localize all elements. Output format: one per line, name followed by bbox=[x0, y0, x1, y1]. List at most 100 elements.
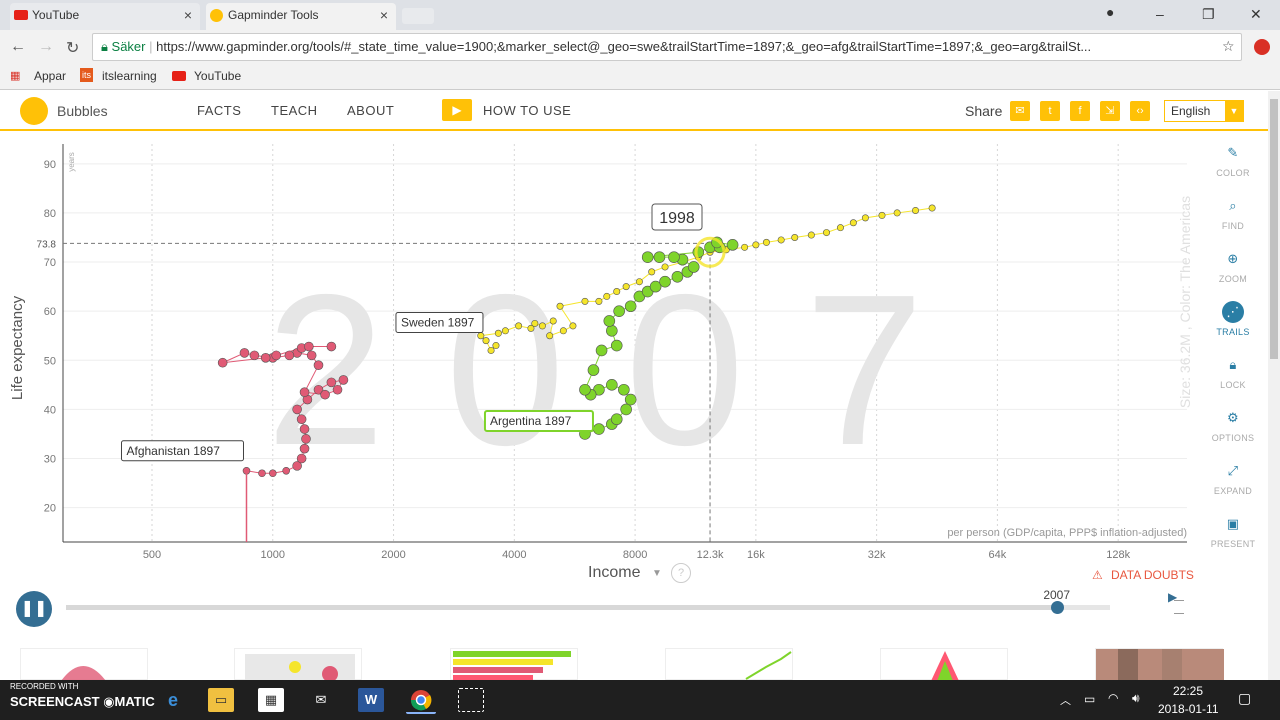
chart-canvas[interactable]: 2007 Size: 36.2M , Color: The Americas 5… bbox=[0, 132, 1268, 632]
url-input[interactable]: 🔒︎ Säker | https://www.gapminder.org/too… bbox=[92, 33, 1242, 61]
trail-point bbox=[878, 211, 886, 219]
edge-icon[interactable]: e bbox=[160, 688, 186, 712]
help-icon[interactable]: ? bbox=[671, 563, 691, 583]
tab-gapminder[interactable]: Gapminder Tools × bbox=[206, 3, 396, 30]
close-window-icon[interactable]: ✕ bbox=[1250, 6, 1262, 23]
profile-icon[interactable]: ● bbox=[1106, 4, 1114, 20]
share-facebook-icon[interactable]: f bbox=[1070, 101, 1090, 121]
timeline-slider-track[interactable] bbox=[66, 605, 1110, 610]
trail-point bbox=[492, 342, 500, 350]
options-button[interactable]: ⚙ OPTIONS bbox=[1210, 407, 1256, 443]
trail-point bbox=[559, 327, 567, 335]
page-scrollbar[interactable] bbox=[1268, 91, 1280, 680]
tab-label: Gapminder Tools bbox=[228, 8, 319, 22]
chrome-taskbar-button[interactable] bbox=[406, 686, 436, 714]
control-label: PRESENT bbox=[1210, 539, 1256, 549]
file-explorer-icon[interactable]: ▭ bbox=[208, 688, 234, 712]
play-video-icon[interactable]: ▶ bbox=[442, 99, 472, 121]
find-button[interactable]: ⌕ FIND bbox=[1210, 195, 1256, 231]
forward-icon[interactable]: → bbox=[38, 38, 54, 56]
search-icon: ⌕ bbox=[1229, 198, 1237, 213]
scrollbar-thumb[interactable] bbox=[1270, 99, 1278, 359]
share-twitter-icon[interactable]: t bbox=[1040, 101, 1060, 121]
share-email-icon[interactable]: ✉ bbox=[1010, 101, 1030, 121]
tool-thumbnail-barrank[interactable] bbox=[450, 648, 578, 680]
minimize-icon[interactable]: – bbox=[1156, 6, 1164, 22]
trail-point bbox=[928, 204, 936, 212]
store-icon[interactable]: ▦ bbox=[258, 688, 284, 712]
star-icon[interactable]: ☆ bbox=[1222, 38, 1235, 55]
trail-label: Sweden 1897 bbox=[401, 316, 475, 330]
tool-thumbnail-map[interactable] bbox=[234, 648, 362, 680]
nav-about[interactable]: ABOUT bbox=[347, 103, 394, 118]
clock-time[interactable]: 22:25 bbox=[1173, 684, 1203, 698]
volume-icon[interactable]: 🔊︎ bbox=[1132, 691, 1140, 706]
snip-icon[interactable] bbox=[458, 688, 484, 712]
present-icon: ▣ bbox=[1226, 516, 1240, 531]
lock-button[interactable]: 🔒︎ LOCK bbox=[1210, 354, 1256, 390]
tray-chevron-icon[interactable]: ︿ bbox=[1060, 692, 1071, 708]
speed-icon[interactable] bbox=[1174, 600, 1184, 614]
expand-button[interactable]: ⤢ EXPAND bbox=[1210, 460, 1256, 496]
extension-icon[interactable] bbox=[1254, 39, 1270, 55]
app-name: Bubbles bbox=[57, 103, 108, 119]
trail-label: Argentina 1897 bbox=[490, 414, 572, 428]
bookmark-itslearning[interactable]: itslearning bbox=[102, 69, 157, 83]
mail-icon[interactable]: ✉ bbox=[308, 688, 334, 712]
close-icon[interactable]: × bbox=[380, 3, 388, 27]
zoom-icon: ⊕ bbox=[1227, 251, 1239, 266]
wifi-icon[interactable]: ◠ bbox=[1108, 691, 1118, 705]
app-header: Bubbles FACTS TEACH ABOUT ▶ HOW TO USE S… bbox=[0, 91, 1268, 131]
tool-thumbnail-dollarstreet[interactable] bbox=[1095, 648, 1224, 680]
trail-point bbox=[912, 206, 920, 214]
color-button[interactable]: ✎ COLOR bbox=[1210, 142, 1256, 178]
recorder-brand-right: MATIC bbox=[114, 694, 155, 709]
trails-button[interactable]: ⋰ TRAILS bbox=[1210, 301, 1256, 337]
trail-point bbox=[593, 423, 605, 435]
data-doubts-link[interactable]: DATA DOUBTS bbox=[1111, 568, 1194, 582]
trail-point bbox=[762, 238, 770, 246]
restore-icon[interactable]: ❐ bbox=[1202, 6, 1215, 23]
y-axis-title: Life expectancy bbox=[9, 295, 26, 400]
nav-facts[interactable]: FACTS bbox=[197, 103, 241, 118]
youtube-icon bbox=[14, 10, 28, 20]
trail-point bbox=[313, 360, 324, 370]
battery-icon[interactable]: ▭ bbox=[1084, 692, 1095, 706]
trail-point bbox=[304, 341, 314, 352]
trail-point bbox=[268, 469, 277, 478]
present-button[interactable]: ▣ PRESENT bbox=[1210, 513, 1256, 549]
pause-button[interactable]: ❚❚ bbox=[16, 591, 52, 627]
x-axis-dropdown-icon[interactable]: ▼ bbox=[652, 568, 662, 579]
tab-youtube[interactable]: YouTube × bbox=[10, 3, 200, 30]
new-tab-button[interactable] bbox=[402, 8, 434, 24]
x-axis-title[interactable]: Income bbox=[588, 564, 640, 582]
trail-point bbox=[239, 348, 250, 358]
close-icon[interactable]: × bbox=[184, 3, 192, 27]
word-icon[interactable]: W bbox=[358, 688, 384, 712]
windows-taskbar: RECORDED WITH SCREENCAST ◉MATIC e ▭ ▦ ✉ … bbox=[0, 680, 1280, 720]
back-icon[interactable]: ← bbox=[10, 38, 26, 56]
language-select[interactable]: English ▼ bbox=[1164, 100, 1244, 122]
tool-thumbnail-mountain[interactable] bbox=[20, 648, 148, 680]
reload-icon[interactable]: ↻ bbox=[66, 38, 79, 58]
nav-teach[interactable]: TEACH bbox=[271, 103, 318, 118]
x-tick-label: 32k bbox=[868, 549, 886, 561]
bookmark-youtube[interactable]: YouTube bbox=[194, 69, 241, 83]
bookmark-apps[interactable]: Appar bbox=[34, 69, 66, 83]
zoom-button[interactable]: ⊕ ZOOM bbox=[1210, 248, 1256, 284]
trail-label: Afghanistan 1897 bbox=[126, 444, 220, 458]
tool-thumbnail-linechart[interactable] bbox=[665, 648, 793, 680]
trail-point bbox=[482, 337, 490, 345]
trail-point bbox=[326, 341, 337, 352]
how-to-use-link[interactable]: HOW TO USE bbox=[483, 103, 571, 118]
bookmarks-bar: ▦ Appar its itslearning YouTube bbox=[0, 64, 1280, 90]
trail-point bbox=[306, 350, 317, 361]
notifications-icon[interactable]: ▢ bbox=[1238, 690, 1251, 707]
share-link-icon[interactable]: ⇲ bbox=[1100, 101, 1120, 121]
highlight-y-label: 73.8 bbox=[37, 239, 57, 250]
trail-point bbox=[610, 413, 623, 426]
clock-date[interactable]: 2018-01-11 bbox=[1158, 702, 1219, 716]
tool-thumbnail-ages[interactable] bbox=[880, 648, 1008, 680]
share-embed-icon[interactable]: ‹› bbox=[1130, 101, 1150, 121]
trail-point bbox=[549, 317, 557, 325]
